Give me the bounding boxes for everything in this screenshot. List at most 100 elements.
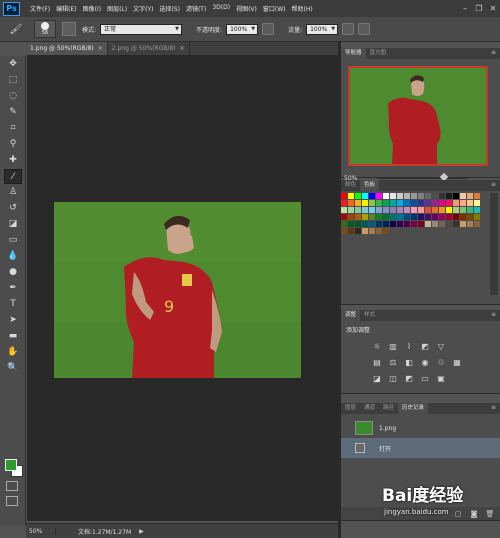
color-swatch[interactable] (376, 228, 382, 234)
color-swatch[interactable] (425, 200, 431, 206)
menu-layer[interactable]: 图层(L) (107, 4, 127, 13)
quick-select-tool-icon[interactable]: ✎ (4, 105, 22, 120)
color-swatch[interactable] (355, 221, 361, 227)
color-swatch[interactable] (369, 228, 375, 234)
black-white-icon[interactable]: ◧ (403, 358, 415, 368)
tab-layers[interactable]: 图层 (341, 403, 360, 414)
color-swatch[interactable] (348, 221, 354, 227)
color-swatch[interactable] (376, 207, 382, 213)
color-swatch[interactable] (390, 221, 396, 227)
move-tool-icon[interactable]: ✥ (4, 57, 22, 72)
channel-mixer-icon[interactable]: ♲ (435, 358, 447, 368)
color-swatch[interactable] (418, 214, 424, 220)
color-swatch[interactable] (369, 221, 375, 227)
color-swatch[interactable] (418, 221, 424, 227)
shape-tool-icon[interactable]: ▬ (4, 329, 22, 344)
history-snapshot-row[interactable]: 1.png (341, 418, 500, 438)
color-swatch[interactable] (341, 193, 347, 199)
exposure-icon[interactable]: ◩ (419, 342, 431, 352)
color-swatch[interactable] (432, 200, 438, 206)
color-swatch[interactable] (404, 221, 410, 227)
zoom-level[interactable]: 50% (26, 527, 56, 535)
lasso-tool-icon[interactable]: ◌ (4, 89, 22, 104)
restore-button[interactable]: ❐ (472, 0, 486, 17)
tab-color[interactable]: 颜色 (341, 180, 360, 191)
color-swatch[interactable] (425, 193, 431, 199)
color-swatch[interactable] (432, 221, 438, 227)
color-swatch[interactable] (446, 221, 452, 227)
close-tab-icon[interactable]: × (180, 45, 185, 52)
tab-adjustments[interactable]: 调整 (341, 310, 361, 321)
opacity-select[interactable]: 100% (226, 23, 259, 35)
color-swatch[interactable] (348, 200, 354, 206)
color-swatch[interactable] (397, 214, 403, 220)
color-swatch[interactable] (348, 193, 354, 199)
tab-swatches[interactable]: 色板 (360, 180, 380, 191)
history-brush-tool-icon[interactable]: ↺ (4, 201, 22, 216)
color-swatch[interactable] (341, 200, 347, 206)
color-swatch[interactable] (418, 207, 424, 213)
history-state-row[interactable]: 打开 (341, 438, 500, 458)
blur-tool-icon[interactable]: 💧 (4, 249, 22, 264)
navigator-thumbnail[interactable] (348, 66, 488, 166)
panel-menu-icon[interactable]: ≡ (491, 404, 496, 411)
tab-styles[interactable]: 样式 (360, 310, 379, 321)
panel-menu-icon[interactable]: ≡ (491, 49, 496, 56)
color-swatch[interactable] (397, 200, 403, 206)
airbrush-icon[interactable] (342, 23, 355, 35)
color-swatch[interactable] (369, 207, 375, 213)
tab-navigator[interactable]: 导航器 (341, 48, 366, 59)
color-swatch[interactable] (439, 193, 445, 199)
color-swatch[interactable] (348, 228, 354, 234)
type-tool-icon[interactable]: T (4, 297, 22, 312)
hue-saturation-icon[interactable]: ▤ (371, 358, 383, 368)
doc-tab-2[interactable]: 2.png @ 50%(RGB/8) × (108, 42, 190, 55)
color-swatch[interactable] (411, 207, 417, 213)
color-swatch[interactable] (432, 214, 438, 220)
color-swatch[interactable] (411, 214, 417, 220)
color-swatch[interactable] (383, 221, 389, 227)
color-swatch[interactable] (411, 193, 417, 199)
menu-3d[interactable]: 3D(D) (212, 4, 230, 13)
dodge-tool-icon[interactable]: ● (4, 265, 22, 280)
doc-tab-1[interactable]: 1.png @ 50%(RGB/8) × (26, 42, 108, 55)
color-swatch[interactable] (383, 193, 389, 199)
color-swatch[interactable] (439, 214, 445, 220)
tab-paths[interactable]: 路径 (379, 403, 398, 414)
color-swatch[interactable] (467, 200, 473, 206)
color-swatch[interactable] (390, 214, 396, 220)
menu-image[interactable]: 图像(I) (83, 4, 101, 13)
menu-edit[interactable]: 编辑(E) (56, 4, 76, 13)
zoom-tool-icon[interactable]: 🔍 (4, 361, 22, 376)
menu-type[interactable]: 文字(Y) (133, 4, 153, 13)
invert-icon[interactable]: ◪ (371, 374, 383, 384)
pen-tool-icon[interactable]: ✒ (4, 281, 22, 296)
mode-select[interactable]: 正常 (100, 23, 183, 35)
color-swatch[interactable] (453, 214, 459, 220)
tab-history[interactable]: 历史记录 (398, 403, 429, 414)
foreground-color-swatch[interactable] (5, 459, 17, 471)
color-swatch[interactable] (341, 221, 347, 227)
color-swatch[interactable] (460, 207, 466, 213)
color-swatch[interactable] (355, 228, 361, 234)
color-swatch[interactable] (474, 200, 480, 206)
brightness-icon[interactable]: ☼ (371, 342, 383, 352)
brush-tool-preset-icon[interactable]: 🖌 (2, 20, 30, 38)
color-swatch[interactable] (425, 221, 431, 227)
color-swatch[interactable] (348, 214, 354, 220)
color-swatch[interactable] (390, 207, 396, 213)
color-swatch[interactable] (355, 200, 361, 206)
pressure-size-icon[interactable] (358, 23, 371, 35)
color-swatch[interactable] (341, 214, 347, 220)
color-swatch[interactable] (376, 193, 382, 199)
color-lookup-icon[interactable]: ▦ (451, 358, 463, 368)
photo-filter-icon[interactable]: ◉ (419, 358, 431, 368)
flow-select[interactable]: 100% (306, 23, 339, 35)
color-swatch[interactable] (439, 221, 445, 227)
panel-menu-icon[interactable]: ≡ (491, 311, 496, 318)
panel-menu-icon[interactable]: ≡ (491, 181, 496, 188)
vibrance-icon[interactable]: ▽ (435, 342, 447, 352)
color-swatch[interactable] (467, 193, 473, 199)
posterize-icon[interactable]: ◫ (387, 374, 399, 384)
status-menu-arrow-icon[interactable]: ▶ (139, 528, 144, 535)
